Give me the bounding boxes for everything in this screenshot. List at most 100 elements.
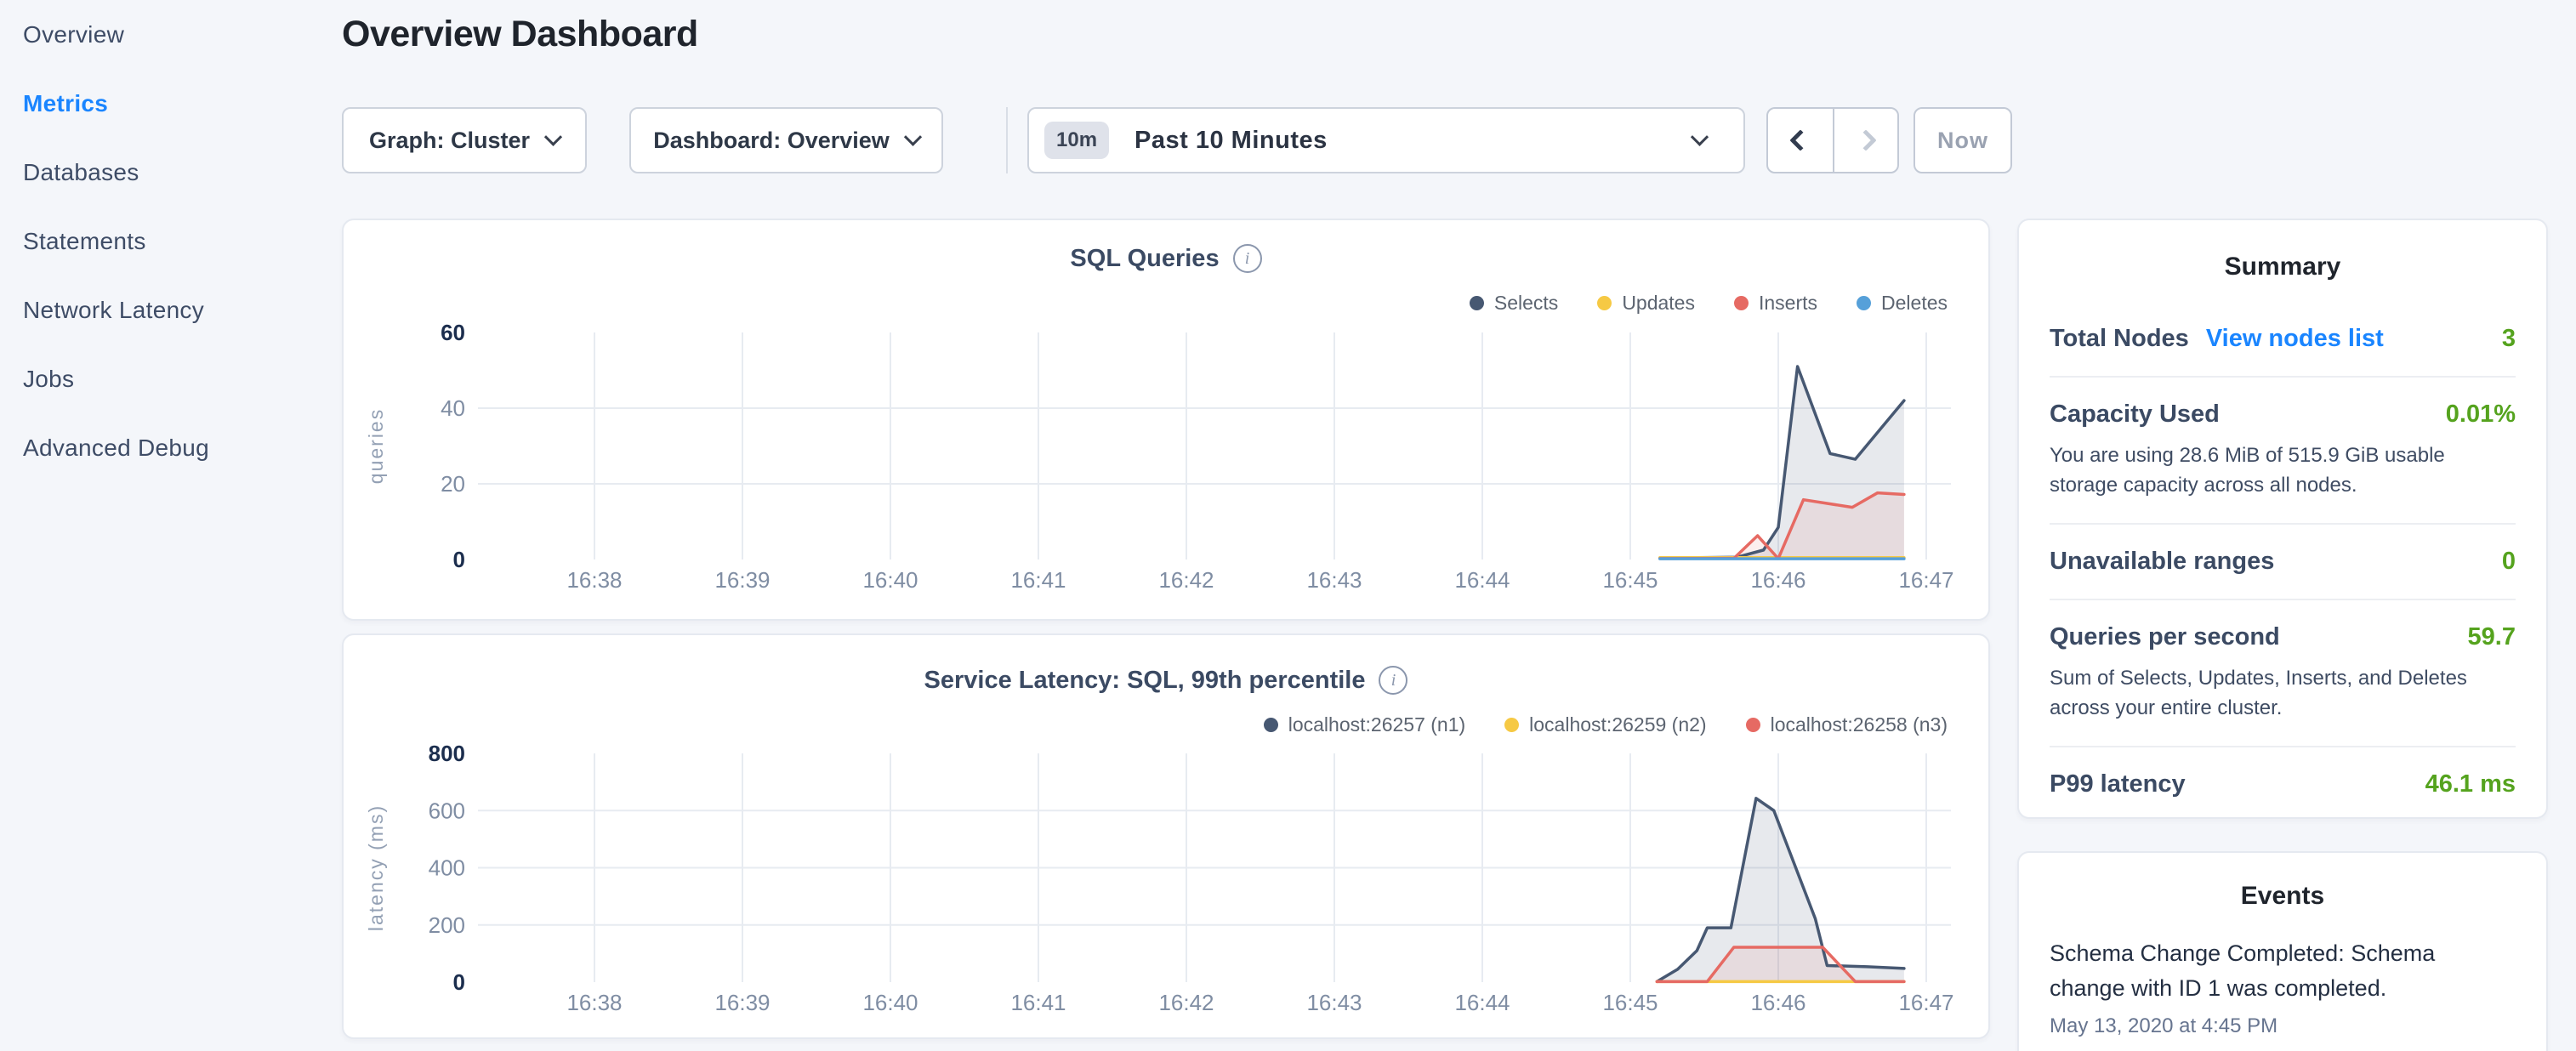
sidebar-item-metrics[interactable]: Metrics: [0, 69, 340, 138]
legend-dot-icon: [1264, 718, 1278, 732]
event-message: Schema Change Completed: Schema change w…: [2050, 936, 2516, 1006]
legend-dot-icon: [1746, 718, 1760, 732]
svg-text:16:38: 16:38: [566, 990, 622, 1015]
sidebar-item-network-latency[interactable]: Network Latency: [0, 276, 340, 344]
summary-row-p99-latency: P99 latency 46.1 ms: [2050, 746, 2516, 821]
svg-text:16:41: 16:41: [1010, 990, 1066, 1015]
svg-text:16:43: 16:43: [1306, 567, 1362, 593]
legend-item-localhost-26259-n2-: localhost:26259 (n2): [1504, 713, 1706, 736]
summary-label: Unavailable ranges: [2050, 548, 2274, 576]
summary-value: 46.1 ms: [2425, 770, 2516, 798]
sidebar-item-overview[interactable]: Overview: [0, 0, 340, 69]
legend-dot-icon: [1504, 718, 1519, 732]
legend-label: Deletes: [1881, 292, 1948, 315]
events-panel: Events Schema Change Completed: Schema c…: [2017, 851, 2548, 1051]
summary-label: Queries per second: [2050, 623, 2280, 651]
page-title: Overview Dashboard: [342, 14, 698, 55]
legend-label: Inserts: [1759, 292, 1817, 315]
summary-label: Capacity Used: [2050, 401, 2220, 429]
svg-text:16:40: 16:40: [862, 567, 918, 593]
summary-value: 3: [2502, 325, 2516, 353]
chevron-down-icon: [1691, 128, 1709, 145]
chart-legend: localhost:26257 (n1) localhost:26259 (n2)…: [1264, 713, 1948, 736]
summary-value: 0: [2502, 548, 2516, 576]
next-timespan-button[interactable]: [1833, 109, 1897, 172]
dashboard-dropdown-label: Dashboard: Overview: [653, 128, 890, 154]
svg-text:16:45: 16:45: [1602, 990, 1658, 1015]
svg-text:16:46: 16:46: [1750, 567, 1805, 593]
svg-text:16:42: 16:42: [1158, 990, 1214, 1015]
event-item: Schema Change Completed: Schema change w…: [2050, 936, 2516, 1038]
chevron-right-icon: [1855, 129, 1876, 151]
sql-queries-chart[interactable]: 0 20 40 60 16:38 16:39 16:40 16:41 16:42 16:43 16:…: [344, 220, 1988, 619]
legend-item-inserts: Inserts: [1734, 292, 1817, 315]
sidebar-item-databases[interactable]: Databases: [0, 138, 340, 207]
legend-dot-icon: [1470, 296, 1484, 310]
svg-text:16:44: 16:44: [1454, 990, 1510, 1015]
svg-text:400: 400: [429, 855, 465, 881]
time-range-badge: 10m: [1044, 122, 1109, 159]
summary-row-unavailable-ranges: Unavailable ranges 0: [2050, 523, 2516, 599]
svg-text:0: 0: [453, 547, 465, 572]
svg-text:16:47: 16:47: [1898, 990, 1953, 1015]
event-timestamp: May 13, 2020 at 4:45 PM: [2050, 1014, 2516, 1038]
time-range-dropdown[interactable]: 10m Past 10 Minutes: [1027, 107, 1745, 173]
svg-text:16:46: 16:46: [1750, 990, 1805, 1015]
time-range-label: Past 10 Minutes: [1134, 127, 1328, 155]
svg-text:16:45: 16:45: [1602, 567, 1658, 593]
svg-text:0: 0: [453, 969, 465, 995]
previous-timespan-button[interactable]: [1768, 109, 1833, 172]
summary-label: P99 latency: [2050, 770, 2186, 798]
svg-text:40: 40: [441, 395, 465, 421]
svg-text:60: 60: [441, 320, 465, 345]
svg-text:latency (ms): latency (ms): [365, 804, 387, 931]
svg-text:16:44: 16:44: [1454, 567, 1510, 593]
dashboard-dropdown[interactable]: Dashboard: Overview: [629, 107, 943, 173]
svg-text:16:38: 16:38: [566, 567, 622, 593]
svg-text:600: 600: [429, 798, 465, 823]
service-latency-chart[interactable]: 020040060080016:3816:3916:4016:4116:4216…: [344, 635, 1988, 1037]
svg-text:queries: queries: [365, 408, 387, 484]
svg-text:800: 800: [429, 741, 465, 766]
now-button[interactable]: Now: [1914, 107, 2012, 173]
sql-queries-card: 0 20 40 60 16:38 16:39 16:40 16:41 16:42 16:43 16:…: [342, 219, 1990, 621]
summary-label: Total Nodes: [2050, 325, 2189, 353]
summary-title: Summary: [2019, 253, 2546, 281]
chevron-down-icon: [544, 128, 562, 145]
svg-text:16:39: 16:39: [714, 990, 770, 1015]
service-latency-card: 020040060080016:3816:3916:4016:4116:4216…: [342, 633, 1990, 1039]
svg-text:16:40: 16:40: [862, 990, 918, 1015]
legend-item-localhost-26258-n3-: localhost:26258 (n3): [1746, 713, 1948, 736]
legend-label: Updates: [1622, 292, 1695, 315]
svg-text:20: 20: [441, 471, 465, 497]
chevron-down-icon: [904, 128, 922, 145]
legend-label: localhost:26259 (n2): [1529, 713, 1706, 736]
sidebar-item-advanced-debug[interactable]: Advanced Debug: [0, 413, 340, 482]
time-pager: [1766, 107, 1899, 173]
chart-title: Service Latency: SQL, 99th percentile: [924, 667, 1366, 695]
svg-text:16:41: 16:41: [1010, 567, 1066, 593]
svg-text:16:47: 16:47: [1898, 567, 1953, 593]
svg-text:16:43: 16:43: [1306, 990, 1362, 1015]
summary-row-total-nodes: Total Nodes View nodes list 3: [2050, 302, 2516, 376]
summary-description: Sum of Selects, Updates, Inserts, and De…: [2050, 663, 2516, 723]
legend-label: localhost:26257 (n1): [1288, 713, 1465, 736]
svg-text:16:39: 16:39: [714, 567, 770, 593]
sidebar-item-statements[interactable]: Statements: [0, 207, 340, 276]
legend-item-deletes: Deletes: [1857, 292, 1948, 315]
sidebar-item-jobs[interactable]: Jobs: [0, 344, 340, 413]
legend-item-updates: Updates: [1597, 292, 1695, 315]
legend-dot-icon: [1597, 296, 1612, 310]
chevron-left-icon: [1789, 129, 1811, 151]
legend-label: localhost:26258 (n3): [1771, 713, 1948, 736]
svg-text:16:42: 16:42: [1158, 567, 1214, 593]
view-nodes-list-link[interactable]: View nodes list: [2206, 325, 2384, 353]
summary-description: You are using 28.6 MiB of 515.9 GiB usab…: [2050, 440, 2516, 500]
info-icon[interactable]: i: [1379, 666, 1407, 695]
summary-row-capacity-used: Capacity Used 0.01% You are using 28.6 MiB…: [2050, 376, 2516, 523]
chart-title: SQL Queries: [1070, 245, 1219, 273]
legend-label: Selects: [1494, 292, 1558, 315]
info-icon[interactable]: i: [1233, 244, 1262, 273]
summary-value: 0.01%: [2446, 401, 2516, 429]
graph-dropdown[interactable]: Graph: Cluster: [342, 107, 587, 173]
